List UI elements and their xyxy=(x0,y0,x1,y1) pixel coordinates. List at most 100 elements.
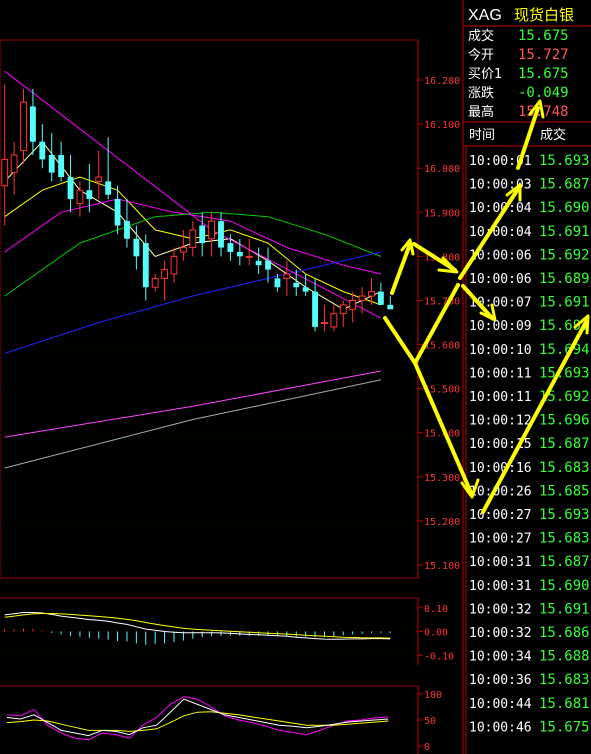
tick-time: 10:00:31 xyxy=(469,555,532,570)
macd-dea-line xyxy=(4,613,391,639)
tick-price: 15.687 xyxy=(539,436,590,452)
tick-row[interactable]: 10:00:32 15.691 xyxy=(469,601,590,617)
tick-price: 15.683 xyxy=(539,460,590,476)
tick-time: 10:00:09 xyxy=(469,319,532,334)
candle-body xyxy=(133,238,140,257)
tick-row[interactable]: 10:00:11 15.693 xyxy=(469,365,590,381)
tick-row[interactable]: 10:00:03 15.687 xyxy=(469,177,590,193)
tick-price: 15.675 xyxy=(539,719,590,735)
ticks-header-price: 成交 xyxy=(540,127,566,143)
tick-time: 10:00:26 xyxy=(469,484,532,499)
kdj-tick-label: 0 xyxy=(424,742,430,753)
candle-body xyxy=(349,299,357,310)
tick-price: 15.683 xyxy=(539,531,590,547)
tick-list[interactable]: 10:00:01 15.69310:00:03 15.68710:00:04 15.6… xyxy=(469,153,590,735)
candle-body xyxy=(142,243,149,288)
candle-body xyxy=(199,225,206,244)
candle-body xyxy=(358,295,366,301)
candle-body xyxy=(255,260,262,266)
candle-body xyxy=(293,282,300,288)
tick-time: 10:00:32 xyxy=(469,602,532,617)
grid-layer xyxy=(0,79,418,566)
tick-row[interactable]: 10:00:26 15.685 xyxy=(469,483,590,499)
tick-time: 10:00:34 xyxy=(469,650,532,665)
tick-row[interactable]: 10:00:27 15.683 xyxy=(469,531,590,547)
tick-price: 15.687 xyxy=(539,554,590,570)
tick-price: 15.690 xyxy=(539,200,590,216)
macd-tick-label: 0.10 xyxy=(424,604,448,615)
candle-body xyxy=(236,251,243,257)
kdj-tick-label: 100 xyxy=(424,690,442,701)
quote-label: 最高 xyxy=(468,104,494,120)
candle-body xyxy=(170,255,178,275)
quote-label: 涨跌 xyxy=(468,85,494,101)
tick-price: 15.685 xyxy=(539,483,590,499)
tick-row[interactable]: 10:00:36 15.683 xyxy=(469,672,590,688)
candle-body xyxy=(161,269,168,279)
candle-body xyxy=(321,322,328,324)
tick-price: 15.694 xyxy=(539,342,590,358)
tick-row[interactable]: 10:00:15 15.687 xyxy=(469,436,590,452)
tick-time: 10:00:06 xyxy=(469,272,532,287)
tick-price: 15.681 xyxy=(539,696,590,712)
tick-row[interactable]: 10:00:11 15.692 xyxy=(469,389,590,405)
candle-body xyxy=(377,291,384,305)
tick-row[interactable]: 10:00:09 15.691 xyxy=(469,318,590,334)
candle-body xyxy=(245,255,253,258)
quote-label: 买价1 xyxy=(468,67,502,82)
tick-row[interactable]: 10:00:06 15.692 xyxy=(469,247,590,263)
moving-average-line xyxy=(4,251,382,354)
tick-time: 10:00:44 xyxy=(469,697,532,712)
candle-body xyxy=(208,220,216,240)
tick-time: 10:00:03 xyxy=(469,178,532,193)
tick-row[interactable]: 10:00:04 15.690 xyxy=(469,200,590,216)
tick-price: 15.691 xyxy=(539,601,590,617)
price-tick-label: 15.100 xyxy=(424,561,460,572)
tick-row[interactable]: 10:00:31 15.687 xyxy=(469,554,590,570)
candle-body xyxy=(189,229,197,249)
kdj-tick-label: 50 xyxy=(424,716,436,727)
candle-body xyxy=(368,291,375,297)
tick-row[interactable]: 10:00:32 15.686 xyxy=(469,625,590,641)
tick-time: 10:00:27 xyxy=(469,508,532,523)
tick-price: 15.691 xyxy=(539,224,590,240)
macd-dif-line xyxy=(4,612,391,640)
kdj-indicator: 100 50 0 xyxy=(0,690,442,753)
candle-body xyxy=(1,158,9,187)
quote-value: 15.675 xyxy=(518,28,569,44)
price-tick-label: 16.100 xyxy=(424,120,460,131)
candle-body xyxy=(339,304,347,315)
kdj-d-line xyxy=(6,711,389,732)
moving-average-line xyxy=(4,379,382,469)
price-tick-label: 16.000 xyxy=(424,164,460,175)
tick-price: 15.693 xyxy=(539,153,590,169)
tick-row[interactable]: 10:00:46 15.675 xyxy=(469,719,590,735)
tick-row[interactable]: 10:00:34 15.688 xyxy=(469,649,590,665)
candle-body xyxy=(10,154,18,174)
tick-row[interactable]: 10:00:31 15.690 xyxy=(469,578,590,594)
tick-row[interactable]: 10:00:01 15.693 xyxy=(469,153,590,169)
tick-row[interactable]: 10:00:44 15.681 xyxy=(469,696,590,712)
tick-row[interactable]: 10:00:16 15.683 xyxy=(469,460,590,476)
candle-body xyxy=(265,260,271,270)
instrument-code: XAG xyxy=(468,7,502,24)
moving-average-line xyxy=(4,370,381,438)
quote-value: -0.049 xyxy=(518,85,569,101)
tick-row[interactable]: 10:00:06 15.689 xyxy=(469,271,590,287)
price-tick-label: 15.700 xyxy=(424,296,460,307)
candle-body xyxy=(302,287,309,292)
tick-row[interactable]: 10:00:27 15.693 xyxy=(469,507,590,523)
candle-body xyxy=(218,221,224,248)
candle-body xyxy=(330,313,338,328)
price-tick-label: 15.200 xyxy=(424,517,460,528)
tick-row[interactable]: 10:00:07 15.691 xyxy=(469,295,590,311)
candle-body xyxy=(86,190,93,200)
moving-average-layer xyxy=(4,70,382,469)
candle-body xyxy=(20,101,27,152)
macd-indicator: 0.10 0.00 -0.10 xyxy=(0,604,454,662)
instrument-name: 现货白银 xyxy=(514,6,574,24)
candle-body xyxy=(48,154,55,173)
arrow-up-right-1 xyxy=(390,242,412,295)
candle-body xyxy=(39,141,46,160)
tick-time: 10:00:10 xyxy=(469,343,532,358)
